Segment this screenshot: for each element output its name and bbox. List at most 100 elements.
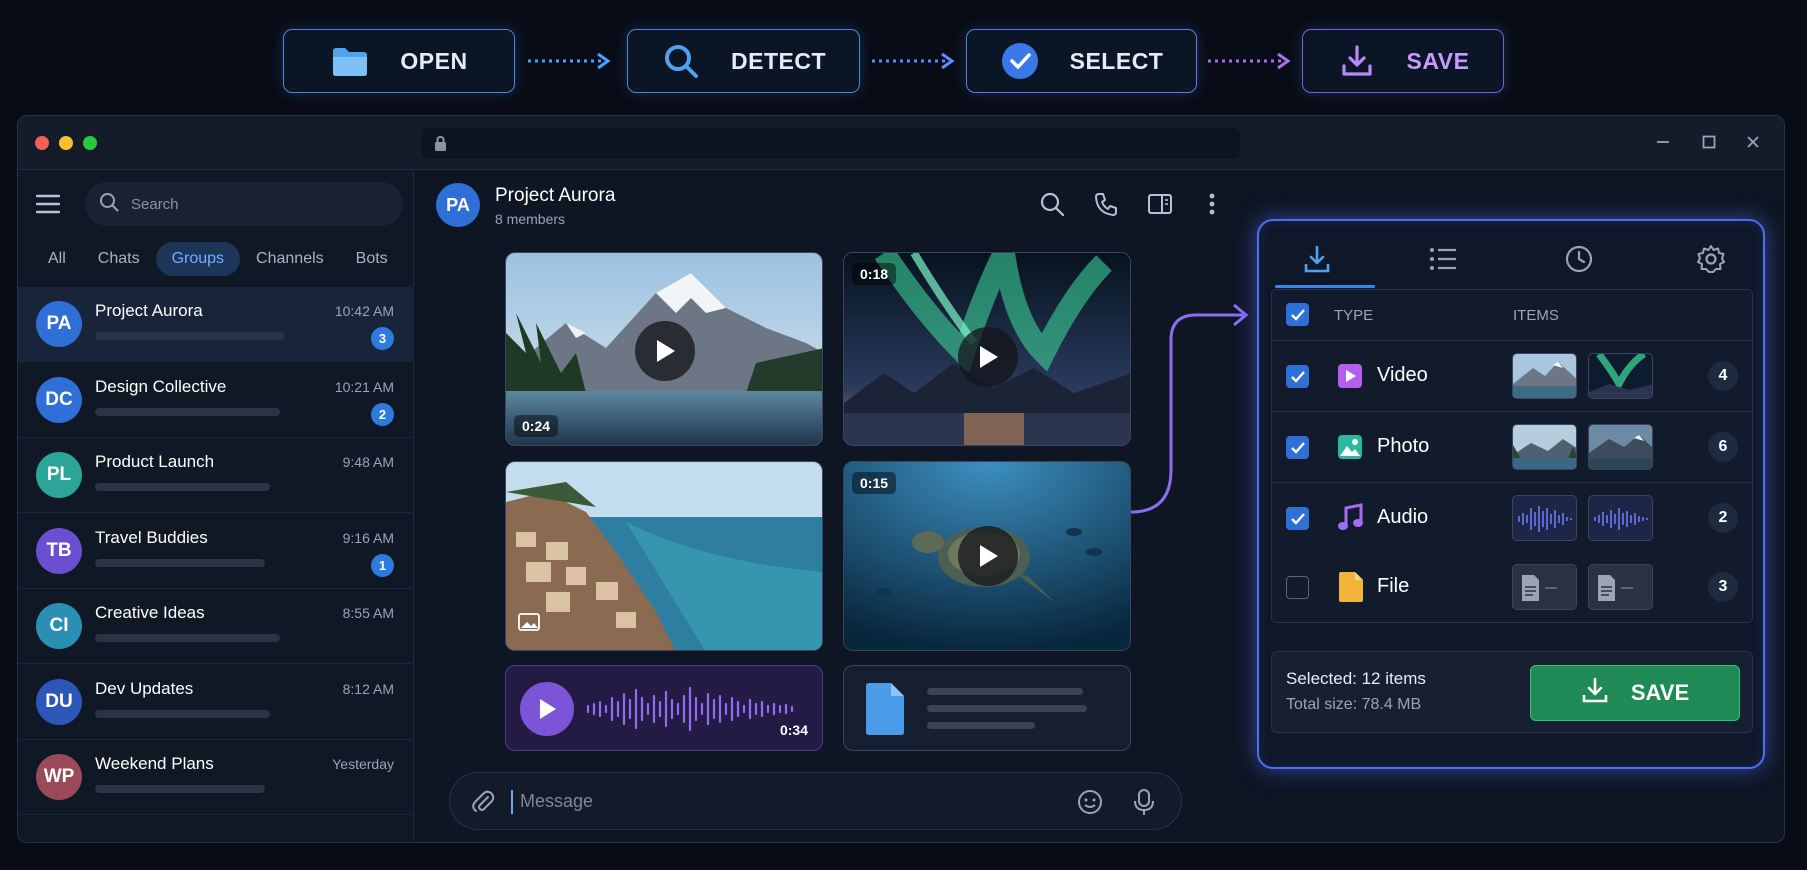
- minimize-traffic-light[interactable]: [59, 136, 73, 150]
- audio-play-button[interactable]: [520, 682, 574, 736]
- selected-count: Selected: 12 items: [1286, 669, 1426, 688]
- gear-icon[interactable]: [1691, 239, 1731, 279]
- list-icon[interactable]: [1423, 239, 1463, 279]
- type-label: File: [1377, 575, 1410, 597]
- play-button[interactable]: [958, 327, 1018, 387]
- workflow-step-open: OPEN: [283, 29, 515, 93]
- search-input[interactable]: Search: [85, 182, 403, 226]
- window-maximize-icon[interactable]: [1698, 131, 1720, 153]
- tab-channels[interactable]: Channels: [240, 242, 340, 276]
- close-traffic-light[interactable]: [35, 136, 49, 150]
- download-icon: [1581, 676, 1609, 710]
- address-bar[interactable]: [422, 128, 1240, 159]
- item-count: 6: [1708, 432, 1738, 462]
- chat-title: Project Aurora: [495, 185, 616, 206]
- tab-bots[interactable]: Bots: [340, 242, 404, 276]
- chat-list-item[interactable]: PA Project Aurora 10:42 AM 3: [18, 287, 414, 362]
- row-checkbox[interactable]: [1286, 576, 1309, 599]
- media-type-table: TYPE ITEMS Video 4 Photo 6 Audio 2: [1271, 289, 1753, 583]
- audio-message[interactable]: 0:34: [505, 665, 823, 751]
- tab-groups[interactable]: Groups: [155, 242, 241, 276]
- type-label: Audio: [1377, 506, 1429, 528]
- save-button[interactable]: SAVE: [1530, 665, 1740, 721]
- chat-member-count: 8 members: [495, 211, 566, 227]
- message-preview-placeholder: [95, 332, 285, 340]
- save-button-label: SAVE: [1630, 680, 1690, 705]
- chat-timestamp: 9:16 AM: [342, 529, 394, 546]
- file-thumbnail-small: [1588, 564, 1653, 610]
- window-close-icon[interactable]: [1742, 131, 1764, 153]
- hamburger-menu-icon[interactable]: [35, 194, 61, 219]
- unread-badge: 3: [371, 327, 394, 350]
- microphone-icon[interactable]: [1132, 788, 1156, 821]
- chat-timestamp: 10:21 AM: [334, 378, 394, 395]
- avatar: CI: [36, 603, 82, 649]
- workflow-step-select: SELECT: [966, 29, 1197, 93]
- chat-name: Design Collective: [95, 376, 227, 396]
- chat-list-item[interactable]: TB Travel Buddies 9:16 AM 1: [18, 514, 414, 589]
- type-row-audio[interactable]: Audio 2: [1272, 482, 1752, 553]
- tab-all[interactable]: All: [32, 242, 82, 276]
- video-thumbnail-mountain-lake[interactable]: 0:24: [505, 252, 823, 446]
- file-message[interactable]: [843, 665, 1131, 751]
- message-preview-placeholder: [95, 483, 270, 491]
- search-icon[interactable]: [1039, 191, 1067, 219]
- avatar: DC: [36, 376, 82, 423]
- play-button[interactable]: [635, 321, 695, 381]
- column-header-items: ITEMS: [1513, 307, 1559, 324]
- chat-list-item[interactable]: WP Weekend Plans Yesterday: [18, 740, 414, 815]
- chat-list-item[interactable]: DC Design Collective 10:21 AM 2: [18, 363, 414, 438]
- more-options-icon[interactable]: [1199, 191, 1227, 219]
- file-line-placeholder: [927, 688, 1083, 695]
- audio-waveform-thumbnail: [1588, 495, 1653, 541]
- photo-type-icon: [518, 612, 540, 637]
- row-checkbox[interactable]: [1286, 436, 1309, 459]
- play-button[interactable]: [958, 526, 1018, 586]
- window-minimize-icon[interactable]: [1652, 131, 1674, 153]
- coastal-village-image: [506, 462, 822, 650]
- chat-name: Project Aurora: [95, 301, 203, 320]
- photo-thumbnail-coastal-village[interactable]: [505, 461, 823, 651]
- type-row-file-content[interactable]: File 3: [1271, 552, 1753, 623]
- audio-duration: 0:34: [779, 722, 808, 738]
- file-line-placeholder: [927, 705, 1087, 712]
- video-thumbnail-aurora[interactable]: 0:18: [843, 252, 1131, 446]
- type-row-photo[interactable]: Photo 6: [1272, 411, 1752, 482]
- zoom-traffic-light[interactable]: [83, 136, 97, 150]
- video-thumbnail-sea-turtle[interactable]: 0:15: [843, 461, 1131, 651]
- clock-icon[interactable]: [1559, 239, 1599, 279]
- attach-icon[interactable]: [470, 789, 496, 820]
- chat-list-item[interactable]: DU Dev Updates 8:12 AM: [18, 665, 414, 740]
- unread-badge: 2: [371, 402, 394, 426]
- message-composer: Message: [449, 772, 1182, 830]
- download-icon[interactable]: [1297, 239, 1337, 279]
- message-input[interactable]: Message: [520, 791, 593, 812]
- avatar: PL: [36, 452, 82, 498]
- avatar: WP: [36, 754, 82, 800]
- chat-name: Dev Updates: [95, 678, 194, 698]
- tab-chats[interactable]: Chats: [82, 242, 156, 276]
- unread-badge: 1: [371, 553, 394, 577]
- video-icon: [1336, 362, 1364, 395]
- message-preview-placeholder: [95, 709, 270, 718]
- emoji-icon[interactable]: [1077, 789, 1103, 820]
- chat-name: Travel Buddies: [95, 527, 208, 547]
- phone-icon[interactable]: [1093, 191, 1121, 219]
- select-all-checkbox[interactable]: [1286, 303, 1309, 326]
- table-header: TYPE ITEMS: [1272, 290, 1752, 340]
- video-duration: 0:24: [514, 415, 559, 437]
- row-checkbox[interactable]: [1286, 365, 1309, 388]
- file-icon: [864, 682, 906, 741]
- row-checkbox[interactable]: [1286, 507, 1309, 530]
- chat-timestamp: Yesterday: [332, 756, 394, 772]
- chat-list-item[interactable]: CI Creative Ideas 8:55 AM: [18, 589, 414, 664]
- folder-icon: [330, 41, 370, 81]
- chat-sidebar: Search All Chats Groups Channels Bots PA…: [18, 171, 414, 842]
- message-preview-placeholder: [95, 558, 265, 567]
- magnifier-icon: [661, 41, 701, 81]
- chat-avatar[interactable]: PA: [436, 183, 480, 227]
- chat-list-item[interactable]: PL Product Launch 9:48 AM: [18, 438, 414, 513]
- type-row-video[interactable]: Video 4: [1272, 340, 1752, 411]
- sidebar-toggle-icon[interactable]: [1147, 191, 1175, 219]
- photo-thumbnail-small: [1512, 424, 1577, 470]
